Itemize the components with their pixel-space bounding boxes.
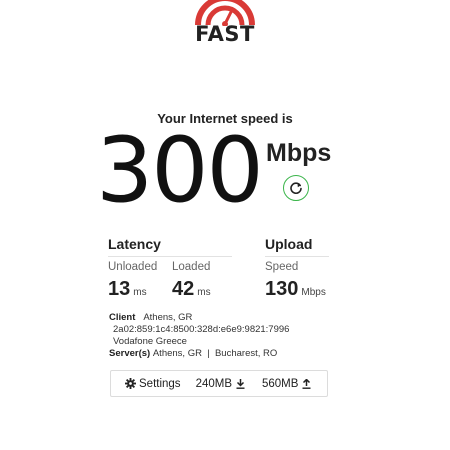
download-data-used: 240MB — [196, 378, 245, 390]
upload-speed-unit: Mbps — [301, 287, 326, 298]
logo-text: FAST — [195, 22, 255, 46]
latency-title: Latency — [108, 236, 161, 252]
client-row: Client Athens, GR — [109, 312, 289, 324]
settings-label: Settings — [139, 377, 181, 390]
client-ip: 2a02:859:1c4:8500:328d:e6e9:9821:7996 — [113, 324, 290, 335]
upload-data-value: 560MB — [262, 377, 299, 390]
loaded-latency-unit: ms — [197, 287, 211, 298]
loaded-latency-value: 42 — [172, 278, 195, 300]
download-data-value: 240MB — [195, 377, 232, 390]
download-icon — [236, 378, 245, 389]
connection-info: Client Athens, GR 2a02:859:1c4:8500:328d… — [109, 312, 289, 360]
upload-speed-label: Speed — [265, 261, 299, 273]
download-speed-value: 300 — [96, 118, 264, 223]
server-row: Server(s) Athens, GR | Bucharest, RO — [109, 348, 289, 360]
settings-button[interactable]: Settings — [125, 378, 181, 390]
client-location: Athens, GR — [143, 312, 193, 323]
client-isp: Vodafone Greece — [113, 336, 187, 347]
upload-data-used: 560MB — [262, 378, 311, 390]
loaded-latency-metric: 42 ms — [172, 278, 211, 301]
latency-divider — [108, 256, 232, 257]
refresh-icon — [290, 182, 302, 194]
upload-divider — [265, 256, 329, 257]
client-label: Client — [109, 312, 136, 323]
unloaded-latency-value: 13 — [108, 278, 131, 300]
upload-title: Upload — [265, 236, 313, 252]
unloaded-latency-metric: 13 ms — [108, 278, 147, 301]
settings-bar: Settings 240MB 560MB — [110, 370, 328, 397]
server-locations: Athens, GR | Bucharest, RO — [152, 348, 278, 359]
upload-speed-value: 130 — [265, 278, 299, 300]
server-label: Server(s) — [109, 348, 151, 359]
upload-speed-metric: 130 Mbps — [265, 278, 326, 301]
gear-icon — [125, 378, 136, 389]
download-speed-units: Mbps — [266, 139, 332, 167]
loaded-label: Loaded — [172, 261, 211, 273]
unloaded-label: Unloaded — [108, 261, 158, 273]
fast-logo: FAST — [194, 0, 256, 46]
upload-icon — [302, 378, 311, 389]
unloaded-latency-unit: ms — [133, 287, 147, 298]
refresh-button[interactable] — [283, 175, 309, 201]
